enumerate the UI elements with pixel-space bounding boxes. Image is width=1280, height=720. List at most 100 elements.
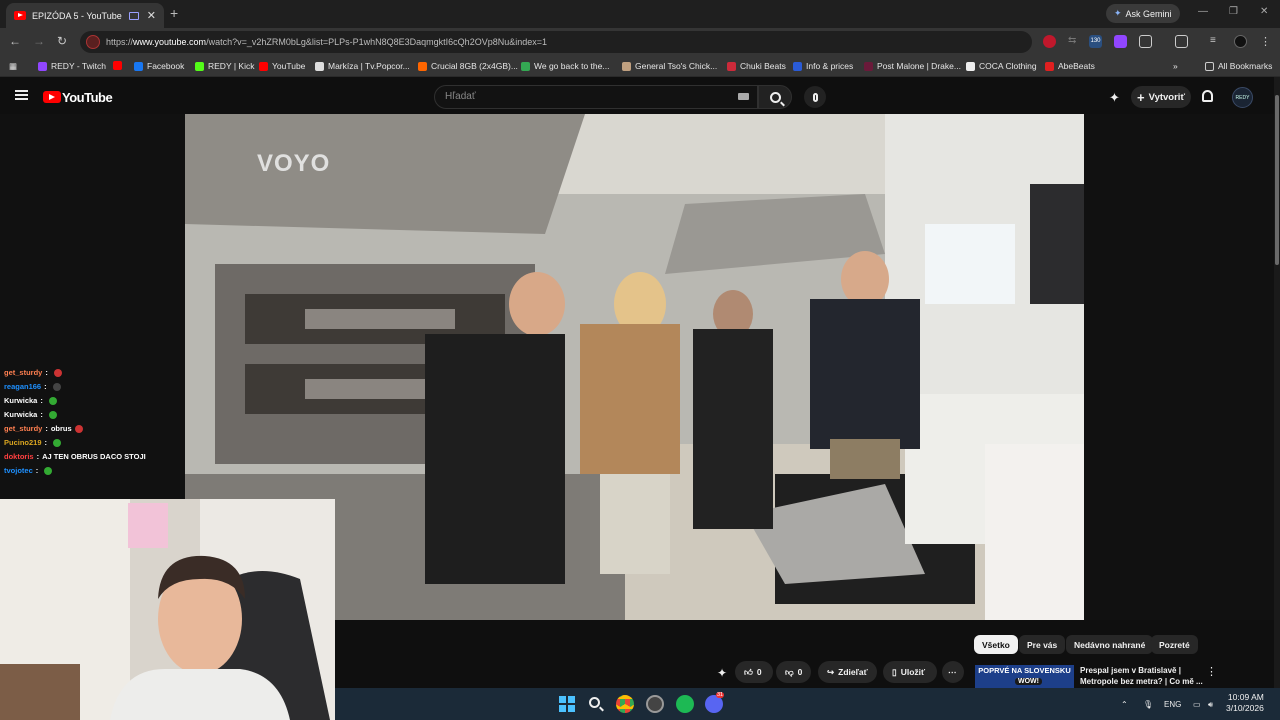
chip-recently-uploaded[interactable]: Nedávno nahrané	[1066, 635, 1154, 654]
bookmark-item[interactable]: YouTube	[259, 61, 305, 71]
spotify-taskbar-icon[interactable]	[676, 695, 694, 713]
site-info-icon[interactable]	[86, 35, 100, 49]
dislike-button[interactable]: 👎︎ 0	[776, 661, 811, 683]
extensions-puzzle-icon[interactable]	[1139, 35, 1152, 48]
bookmark-item[interactable]: Chuki Beats	[727, 61, 786, 71]
search-button[interactable]	[758, 85, 792, 109]
more-actions-button[interactable]: ⋯	[942, 661, 964, 683]
back-icon[interactable]: ←	[9, 34, 21, 48]
ask-ai-icon[interactable]: ✦	[717, 666, 727, 680]
tray-chevron-icon[interactable]: ⌃	[1121, 700, 1128, 709]
youtube-logo-icon[interactable]	[43, 91, 61, 103]
extension-record-icon[interactable]	[1043, 35, 1056, 48]
window-close-button[interactable]: ✕	[1260, 6, 1268, 17]
apps-grid-icon[interactable]: ▦	[9, 61, 17, 72]
chat-text: obrus	[50, 424, 72, 433]
taskbar-search-glyph	[589, 697, 600, 708]
bookmark-label: AbeBeats	[1058, 61, 1095, 71]
create-label: Vytvoriť	[1148, 91, 1185, 103]
create-button[interactable]: + Vytvoriť	[1131, 86, 1191, 108]
minimize-button[interactable]: —	[1198, 6, 1208, 17]
address-bar[interactable]: https://www.youtube.com/watch?v=_v2hZRM0…	[80, 31, 1032, 53]
reload-icon[interactable]: ↻	[57, 34, 67, 48]
start-icon[interactable]	[558, 695, 576, 713]
bookmark-item[interactable]: Facebook	[134, 61, 184, 71]
url-host: www.youtube.com	[133, 37, 207, 47]
extension-arrows-icon[interactable]: ⇆	[1068, 35, 1081, 48]
search-taskbar-icon[interactable]	[587, 695, 605, 713]
hamburger-menu-icon[interactable]	[15, 90, 28, 100]
tab-close-icon[interactable]: ✕	[147, 9, 156, 22]
chat-username: Pucino219	[4, 438, 42, 447]
bookmark-label: Markíza | Tv.Popcor...	[328, 61, 410, 71]
system-clock[interactable]: 10:09 AM 3/10/2026	[1226, 692, 1264, 714]
chip-all[interactable]: Všetko	[974, 635, 1018, 654]
bookmark-item[interactable]: We go back to the...	[521, 61, 609, 71]
chat-separator: :	[45, 368, 48, 377]
bookmark-item[interactable]: Info & prices	[793, 61, 853, 71]
notifications-bell-icon[interactable]	[1202, 90, 1213, 102]
clock-date: 3/10/2026	[1226, 703, 1264, 713]
bookmark-item[interactable]: Post Malone | Drake...	[864, 61, 961, 71]
bookmark-item[interactable]: Crucial 8GB (2x4GB)...	[418, 61, 518, 71]
bookmark-label: REDY | Kick	[208, 61, 255, 71]
language-indicator[interactable]: ENG	[1164, 700, 1181, 709]
chip-watched[interactable]: Pozreté	[1151, 635, 1198, 654]
like-button[interactable]: 👍︎ 0	[735, 661, 773, 683]
ai-sparkle-icon[interactable]: ✦	[1109, 90, 1120, 106]
bookmarks-overflow-icon[interactable]: »	[1173, 61, 1178, 71]
profile-avatar-icon[interactable]	[1234, 35, 1247, 48]
voice-search-button[interactable]	[804, 86, 826, 108]
bookmark-favicon-icon	[315, 61, 324, 71]
bookmark-item[interactable]	[113, 61, 126, 70]
browser-tab-active[interactable]: EPIZÓDA 5 - YouTube ✕	[6, 3, 164, 28]
share-button[interactable]: ↪ Zdieľať	[818, 661, 877, 683]
forward-icon[interactable]: →	[33, 34, 45, 48]
bookmark-item[interactable]: COCA Clothing	[966, 61, 1037, 71]
chat-separator: :	[35, 466, 39, 475]
chat-separator: :	[44, 438, 48, 447]
bookmark-item[interactable]: REDY - Twitch	[38, 61, 106, 71]
windows-logo-icon	[559, 696, 575, 712]
chat-username: Kurwicka	[4, 410, 38, 419]
scrollbar-thumb[interactable]	[1275, 95, 1279, 265]
clock-time: 10:09 AM	[1227, 692, 1264, 702]
chip-for-you[interactable]: Pre vás	[1019, 635, 1066, 654]
reading-list-icon[interactable]: ≡	[1210, 35, 1223, 48]
extension-badge-icon[interactable]: 130	[1089, 35, 1102, 48]
network-icon[interactable]: ▭	[1193, 700, 1201, 709]
search-input[interactable]: Hľadať	[434, 85, 758, 109]
save-button[interactable]: ▯ Uložiť	[883, 661, 937, 683]
chat-message: get_sturdy:	[4, 368, 62, 377]
ask-gemini-button[interactable]: ✦ Ask Gemini	[1106, 4, 1180, 23]
bookmark-item[interactable]: General Tso's Chick...	[622, 61, 717, 71]
chat-emote-icon	[53, 438, 62, 447]
extension-twitch-icon[interactable]	[1114, 35, 1127, 48]
recommendation-title[interactable]: Prespal jsem v Bratislavě | Metropole be…	[1080, 665, 1204, 687]
keyboard-icon[interactable]	[738, 93, 749, 100]
discord-taskbar-icon[interactable]: 31	[705, 692, 725, 713]
url-path: /watch?v=_v2hZRM0bLg&list=PLPs-P1whN8Q8E…	[206, 37, 547, 47]
chat-separator: :	[40, 396, 43, 405]
cast-icon[interactable]	[1175, 35, 1188, 48]
chrome-taskbar-icon[interactable]	[616, 695, 634, 713]
bookmark-item[interactable]: REDY | Kick	[195, 61, 254, 71]
youtube-logo-text[interactable]: YouTube	[62, 90, 113, 105]
bookmark-item[interactable]: AbeBeats	[1045, 61, 1095, 71]
channel-avatar[interactable]: REDY	[1232, 87, 1253, 108]
plus-icon: +	[1137, 89, 1145, 105]
dislike-count: 0	[797, 667, 803, 677]
bookmark-favicon-icon	[134, 61, 143, 71]
chrome-menu-icon[interactable]: ⋮	[1260, 35, 1273, 48]
all-bookmarks-button[interactable]: All Bookmarks	[1205, 61, 1272, 71]
new-tab-button[interactable]: +	[170, 5, 178, 21]
restore-button[interactable]: ❐	[1229, 6, 1238, 17]
media-playing-icon[interactable]	[128, 11, 139, 20]
bookmark-item[interactable]: Markíza | Tv.Popcor...	[315, 61, 410, 71]
volume-icon[interactable]: 🔊︎	[1208, 700, 1213, 710]
recommendation-thumbnail[interactable]: POPRVÉ NA SLOVENSKU WOW!	[975, 665, 1074, 690]
recommendation-menu-icon[interactable]: ⋮	[1206, 665, 1217, 678]
tray-mic-icon[interactable]: 🎙︎	[1143, 700, 1153, 709]
obs-taskbar-icon[interactable]	[646, 695, 664, 713]
microphone-icon	[812, 92, 818, 102]
